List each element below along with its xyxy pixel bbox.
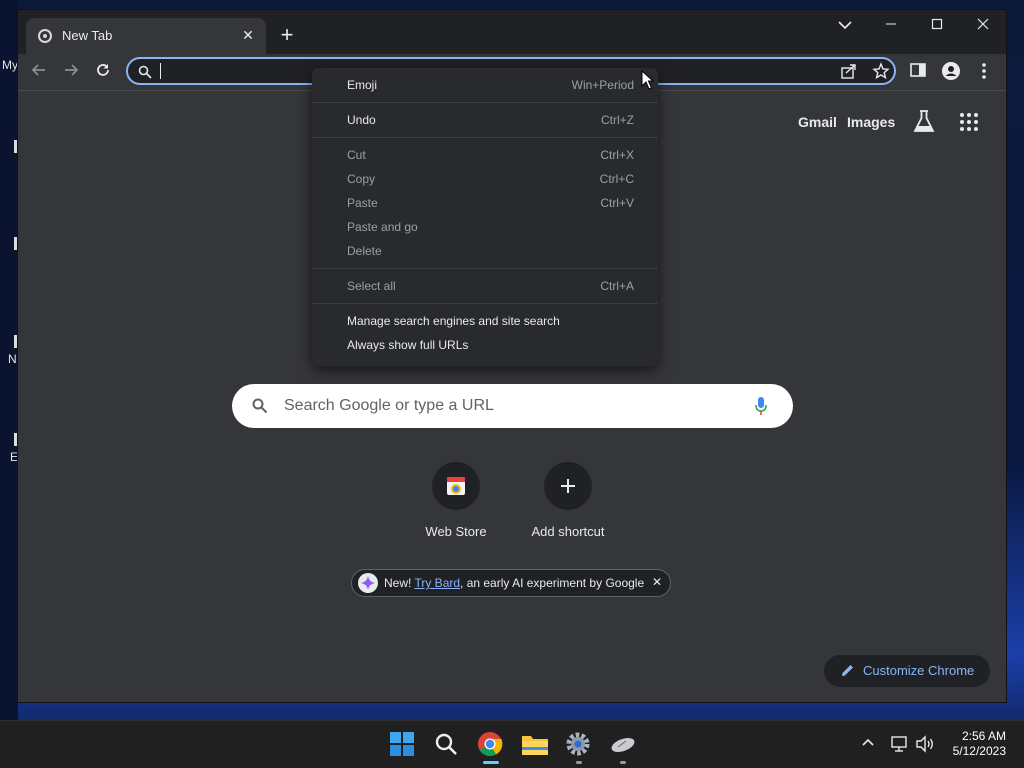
- search-icon[interactable]: [433, 731, 461, 759]
- minimize-icon[interactable]: [868, 12, 914, 42]
- omnibox-context-menu: Emoji Win+Period Undo Ctrl+Z Cut Ctrl+X …: [312, 68, 658, 366]
- menu-separator: [312, 102, 658, 103]
- tab-search-icon[interactable]: [822, 12, 868, 42]
- menu-separator: [312, 303, 658, 304]
- add-shortcut-button[interactable]: Add shortcut: [513, 462, 623, 552]
- tab-new-tab[interactable]: New Tab ✕: [26, 18, 266, 54]
- forward-arrow-icon[interactable]: [58, 59, 84, 85]
- plus-icon: [544, 462, 592, 510]
- shortcut-web-store[interactable]: Web Store: [401, 462, 511, 552]
- menu-item-delete[interactable]: Delete: [312, 240, 658, 262]
- menu-item-paste[interactable]: Paste Ctrl+V: [312, 192, 658, 214]
- menu-item-shortcut: Ctrl+X: [600, 148, 634, 162]
- menu-item-always-show-full-urls[interactable]: Always show full URLs: [312, 334, 658, 356]
- promo-suffix: , an early AI experiment by Google: [460, 576, 645, 590]
- bookmark-star-icon[interactable]: [872, 62, 892, 82]
- menu-item-select-all[interactable]: Select all Ctrl+A: [312, 275, 658, 297]
- reload-icon[interactable]: [90, 59, 116, 85]
- more-menu-icon[interactable]: [975, 61, 997, 83]
- customize-chrome-label: Customize Chrome: [863, 663, 975, 678]
- bard-sparkle-icon: [358, 573, 378, 598]
- images-link[interactable]: Images: [847, 114, 895, 130]
- mouse-cursor-icon: [641, 69, 655, 95]
- taskbar: 2:56 AM 5/12/2023: [0, 720, 1024, 768]
- active-app-indicator: [483, 761, 499, 764]
- google-search-box[interactable]: Search Google or type a URL: [232, 384, 793, 428]
- labs-flask-icon[interactable]: [912, 109, 936, 140]
- volume-icon[interactable]: [915, 735, 935, 755]
- file-explorer-icon[interactable]: [521, 731, 549, 759]
- bard-promo: New! Try Bard, an early AI experiment by…: [351, 569, 671, 597]
- search-icon: [138, 65, 152, 84]
- menu-separator: [312, 137, 658, 138]
- system-clock[interactable]: 2:56 AM 5/12/2023: [953, 729, 1006, 759]
- menu-item-shortcut: Win+Period: [571, 78, 634, 92]
- menu-item-shortcut: Ctrl+V: [600, 196, 634, 210]
- try-bard-link[interactable]: Try Bard: [414, 576, 460, 590]
- tab-close-icon[interactable]: ✕: [238, 25, 258, 45]
- search-icon: [252, 398, 268, 419]
- promo-prefix: New!: [384, 576, 415, 590]
- menu-item-copy[interactable]: Copy Ctrl+C: [312, 168, 658, 190]
- shortcut-label: Add shortcut: [531, 524, 605, 539]
- desktop-icon-label[interactable]: E: [10, 450, 18, 464]
- network-icon[interactable]: [890, 735, 910, 755]
- menu-item-label: Cut: [347, 148, 366, 162]
- mouse-icon[interactable]: [609, 731, 637, 759]
- close-icon[interactable]: [960, 12, 1006, 42]
- menu-item-shortcut: Ctrl+Z: [601, 113, 634, 127]
- menu-item-shortcut: Ctrl+C: [599, 172, 634, 186]
- back-arrow-icon[interactable]: [26, 59, 52, 85]
- promo-close-icon[interactable]: ✕: [652, 575, 662, 589]
- menu-item-label: Delete: [347, 244, 382, 258]
- start-icon[interactable]: [389, 731, 417, 759]
- clock-date: 5/12/2023: [952, 744, 1006, 758]
- tab-strip: New Tab ✕ +: [18, 10, 1006, 54]
- menu-item-label: Select all: [347, 279, 396, 293]
- clock-time: 2:56 AM: [961, 729, 1006, 743]
- desktop-icon-label[interactable]: My: [2, 58, 18, 72]
- menu-item-label: Always show full URLs: [347, 338, 469, 352]
- share-icon[interactable]: [840, 62, 860, 82]
- chrome-icon[interactable]: [477, 731, 505, 759]
- menu-item-label: Emoji: [347, 78, 378, 92]
- menu-item-label: Paste and go: [347, 220, 418, 234]
- settings-icon[interactable]: [565, 731, 593, 759]
- profile-icon[interactable]: [941, 61, 963, 83]
- text-caret: [160, 63, 161, 79]
- side-panel-icon[interactable]: [909, 61, 931, 83]
- desktop-icon-label[interactable]: N: [8, 352, 17, 366]
- menu-item-label: Undo: [347, 113, 376, 127]
- menu-item-label: Copy: [347, 172, 376, 186]
- microphone-icon[interactable]: [754, 396, 768, 421]
- menu-item-label: Paste: [347, 196, 378, 210]
- new-tab-button[interactable]: +: [276, 24, 298, 47]
- menu-item-paste-and-go[interactable]: Paste and go: [312, 216, 658, 238]
- customize-chrome-button[interactable]: Customize Chrome: [824, 655, 990, 687]
- google-apps-icon[interactable]: [960, 113, 980, 133]
- chevron-up-icon[interactable]: [858, 735, 878, 755]
- running-app-indicator: [576, 761, 582, 764]
- gmail-link[interactable]: Gmail: [798, 114, 837, 130]
- tab-title: New Tab: [62, 28, 113, 43]
- menu-item-manage-search-engines[interactable]: Manage search engines and site search: [312, 310, 658, 332]
- menu-item-undo[interactable]: Undo Ctrl+Z: [312, 109, 658, 131]
- promo-text: New! Try Bard, an early AI experiment by…: [384, 576, 644, 590]
- search-placeholder: Search Google or type a URL: [284, 397, 494, 414]
- maximize-icon[interactable]: [914, 12, 960, 42]
- menu-item-label: Manage search engines and site search: [347, 314, 560, 328]
- menu-item-cut[interactable]: Cut Ctrl+X: [312, 144, 658, 166]
- menu-item-emoji[interactable]: Emoji Win+Period: [312, 74, 658, 96]
- web-store-icon: [432, 462, 480, 510]
- running-app-indicator: [620, 761, 626, 764]
- shortcut-label: Web Store: [425, 524, 487, 539]
- chrome-favicon-icon: [38, 29, 52, 43]
- pencil-icon: [840, 663, 855, 683]
- menu-separator: [312, 268, 658, 269]
- menu-item-shortcut: Ctrl+A: [600, 279, 634, 293]
